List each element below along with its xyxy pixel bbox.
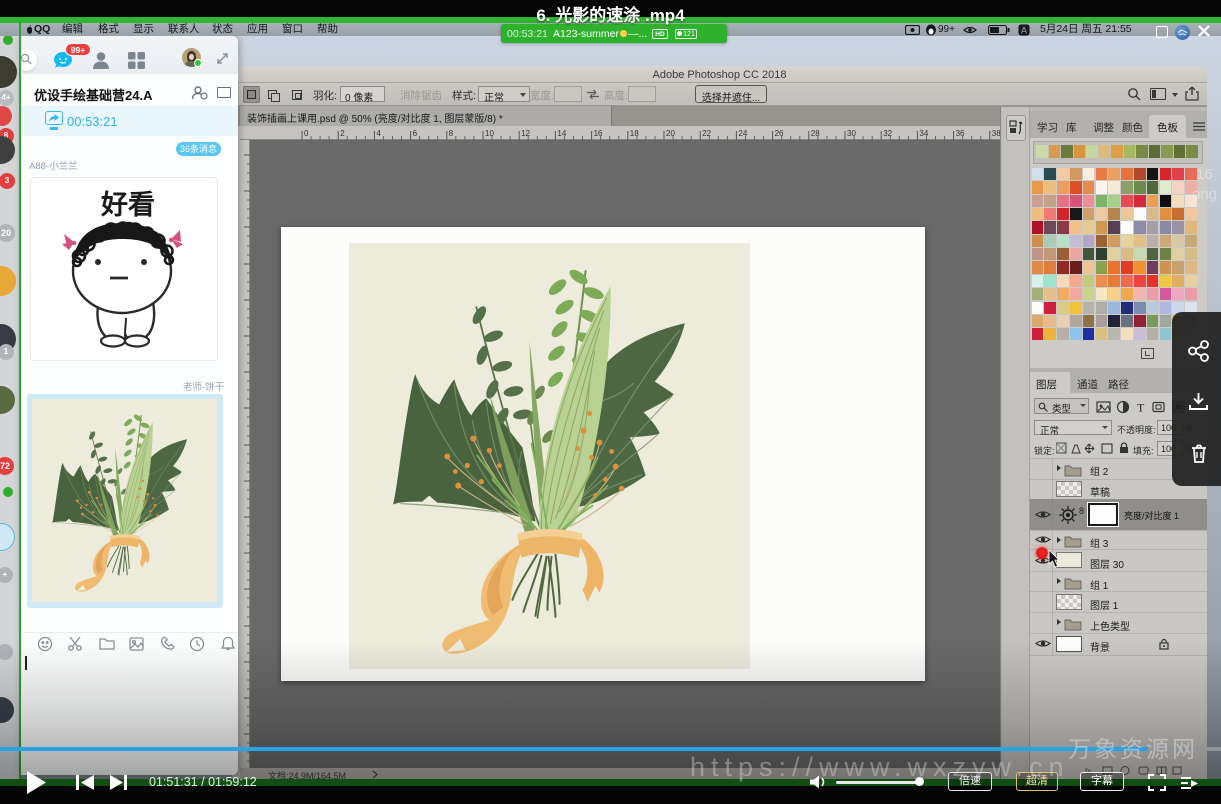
svg-text:14: 14 xyxy=(557,129,566,138)
svg-text:32: 32 xyxy=(883,129,892,138)
svg-text:18: 18 xyxy=(630,129,639,138)
svg-text:T: T xyxy=(1137,401,1145,415)
svg-text:0: 0 xyxy=(304,129,309,138)
svg-text:30: 30 xyxy=(847,129,856,138)
svg-text:6: 6 xyxy=(413,129,418,138)
svg-text:24: 24 xyxy=(738,129,747,138)
svg-text:8: 8 xyxy=(449,129,454,138)
svg-text:28: 28 xyxy=(811,129,820,138)
svg-text:2: 2 xyxy=(340,129,345,138)
svg-text:好看: 好看 xyxy=(100,190,155,220)
svg-text:36: 36 xyxy=(956,129,965,138)
svg-text:20: 20 xyxy=(666,129,675,138)
svg-text:10: 10 xyxy=(485,129,494,138)
svg-text:26: 26 xyxy=(775,129,784,138)
svg-text:38: 38 xyxy=(992,129,1000,138)
svg-text:12: 12 xyxy=(521,129,530,138)
svg-text:16: 16 xyxy=(594,129,603,138)
svg-text:22: 22 xyxy=(702,129,711,138)
svg-text:A: A xyxy=(1021,26,1027,36)
svg-text:34: 34 xyxy=(919,129,928,138)
svg-text:4: 4 xyxy=(376,129,381,138)
